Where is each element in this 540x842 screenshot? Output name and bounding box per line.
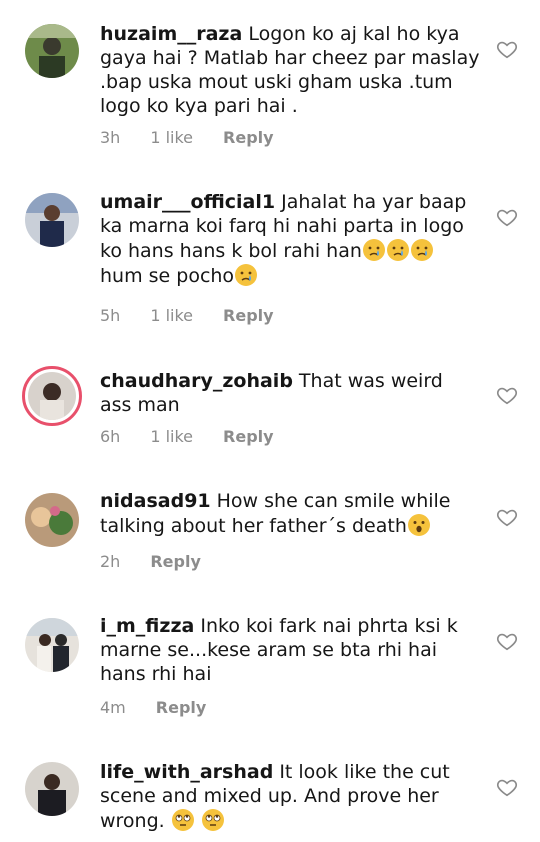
comment-time: 2h — [100, 552, 121, 571]
heart-outline-icon[interactable] — [496, 776, 518, 798]
comment-meta: 3h 1 like Reply — [100, 128, 274, 147]
comment-meta: 6h 1 like Reply — [100, 427, 274, 446]
comment-username[interactable]: chaudhary_zohaib — [100, 370, 293, 392]
comment-time: 4m — [100, 698, 126, 717]
avatar[interactable] — [25, 762, 79, 816]
comment-time: 6h — [100, 427, 121, 446]
reply-button[interactable]: Reply — [223, 427, 274, 446]
eye-roll-emoji — [201, 808, 225, 832]
comment-text: chaudhary_zohaib That was weird ass man — [100, 369, 480, 417]
heart-outline-icon[interactable] — [496, 506, 518, 528]
eye-roll-emoji — [171, 808, 195, 832]
comment-username[interactable]: life_with_arshad — [100, 761, 273, 783]
like-count[interactable]: 1 like — [150, 306, 193, 325]
reply-button[interactable]: Reply — [223, 128, 274, 147]
surprised-face-emoji — [407, 513, 431, 537]
comment-text: i_m_fizza Inko koi fark nai phrta ksi k m… — [100, 614, 480, 686]
avatar[interactable] — [25, 24, 79, 78]
comment-username[interactable]: umair___official1 — [100, 191, 275, 213]
avatar[interactable] — [25, 193, 79, 247]
crying-face-emoji — [386, 238, 410, 262]
comment-username[interactable]: huzaim__raza — [100, 23, 242, 45]
comment-body-continued: hum se pocho — [100, 265, 235, 287]
comment-text: umair___official1 Jahalat ha yar baap ka … — [100, 190, 480, 288]
comment-username[interactable]: nidasad91 — [100, 490, 211, 512]
comment-text: huzaim__raza Logon ko aj kal ho kya gaya … — [100, 22, 480, 118]
comment-text: life_with_arshad It look like the cut sce… — [100, 760, 480, 833]
heart-outline-icon[interactable] — [496, 630, 518, 652]
comment-username[interactable]: i_m_fizza — [100, 615, 194, 637]
reply-button[interactable]: Reply — [156, 698, 207, 717]
heart-outline-icon[interactable] — [496, 38, 518, 60]
avatar[interactable] — [25, 618, 79, 672]
crying-face-emoji — [234, 263, 258, 287]
heart-outline-icon[interactable] — [496, 206, 518, 228]
reply-button[interactable]: Reply — [223, 306, 274, 325]
heart-outline-icon[interactable] — [496, 384, 518, 406]
crying-face-emoji — [410, 238, 434, 262]
crying-face-emoji — [362, 238, 386, 262]
comment-time: 3h — [100, 128, 121, 147]
reply-button[interactable]: Reply — [150, 552, 201, 571]
avatar[interactable] — [22, 366, 82, 426]
comment-meta: 5h 1 like Reply — [100, 306, 274, 325]
avatar[interactable] — [25, 493, 79, 547]
like-count[interactable]: 1 like — [150, 427, 193, 446]
comment-meta: 4m Reply — [100, 698, 206, 717]
comment-meta: 2h Reply — [100, 552, 201, 571]
like-count[interactable]: 1 like — [150, 128, 193, 147]
comment-time: 5h — [100, 306, 121, 325]
comment-text: nidasad91 How she can smile while talking… — [100, 489, 480, 538]
